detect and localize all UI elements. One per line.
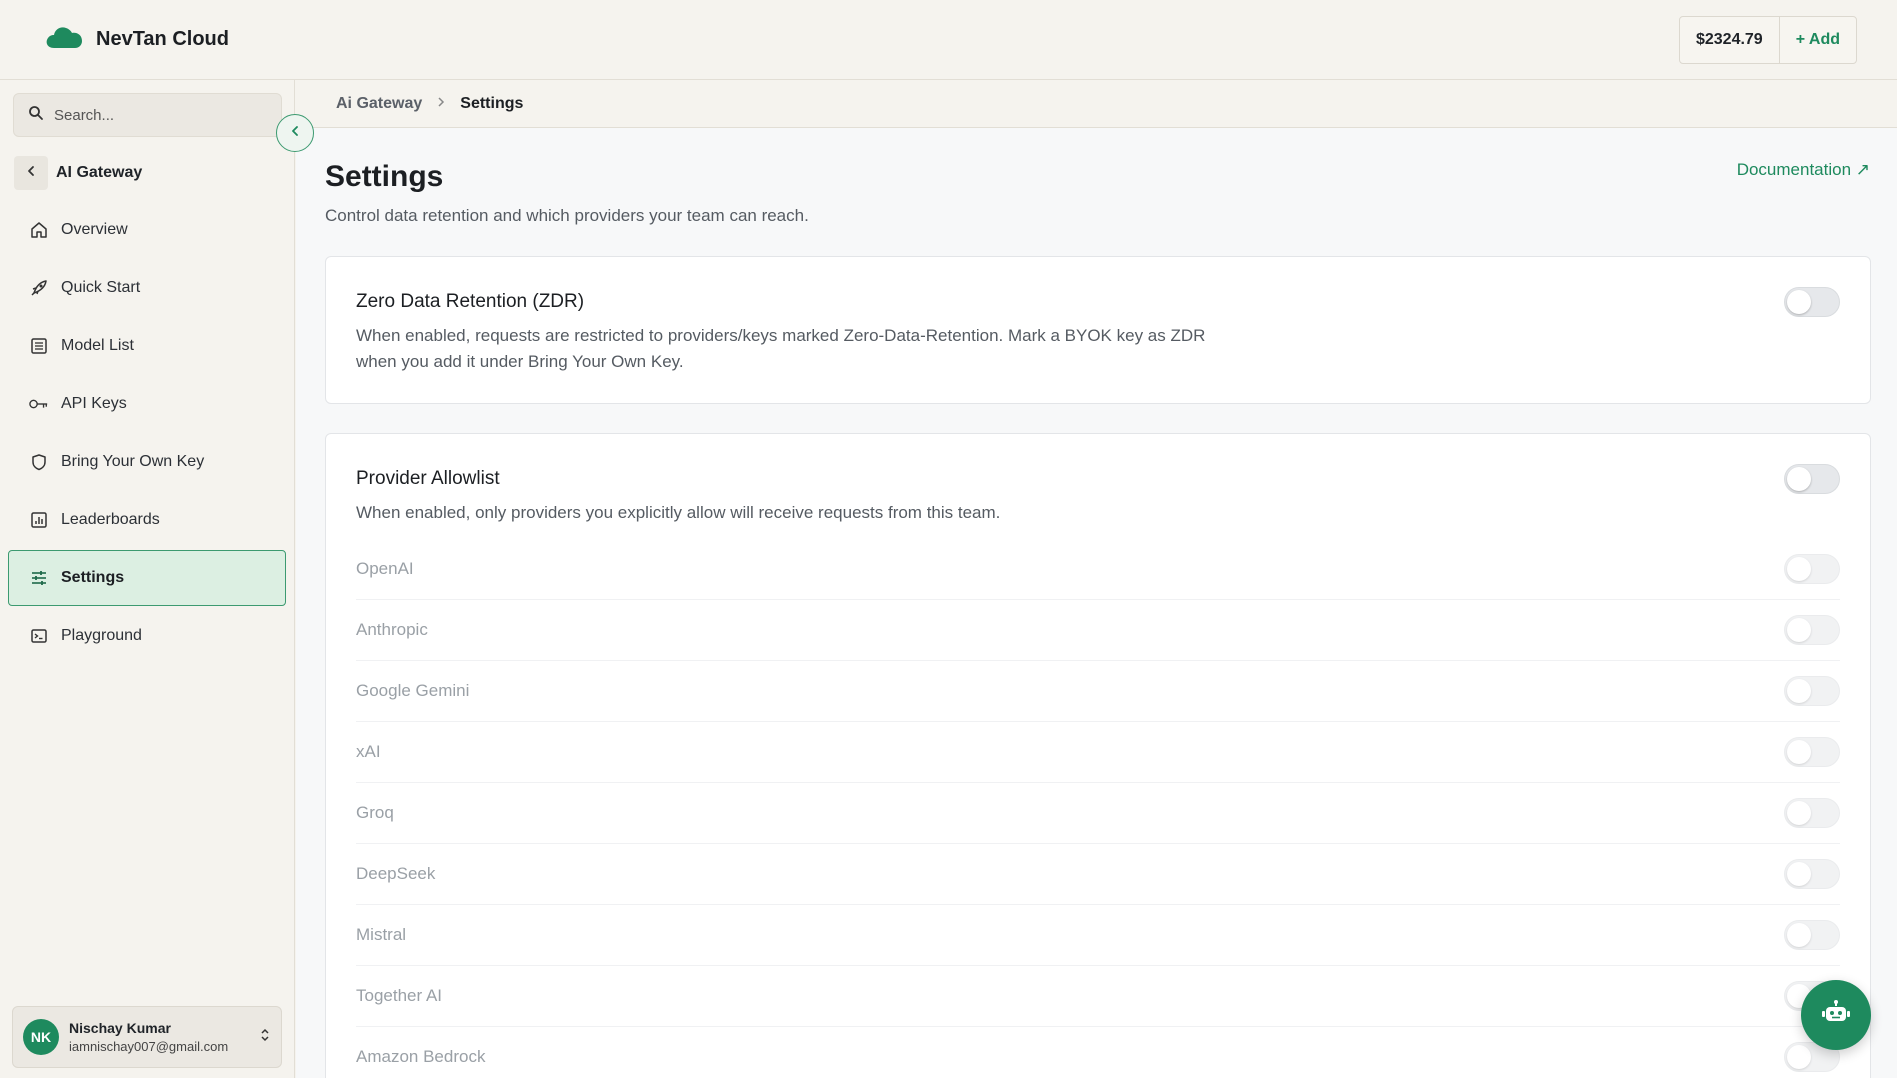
brand[interactable]: NevTan Cloud — [44, 24, 229, 55]
provider-toggle-anthropic[interactable] — [1784, 615, 1840, 645]
key-icon — [29, 394, 49, 414]
provider-name: Amazon Bedrock — [356, 1047, 486, 1066]
allowlist-description: When enabled, only providers you explici… — [356, 503, 1001, 522]
sidebar-item-label: Model List — [61, 337, 134, 354]
balance-value: $2324.79 — [1680, 16, 1780, 63]
collapse-sidebar-button[interactable] — [276, 114, 314, 152]
sidebar-nav: Overview Quick Start Model List API Keys… — [8, 202, 286, 666]
cloud-icon — [44, 24, 84, 55]
sidebar-item-leaderboards[interactable]: Leaderboards — [8, 492, 286, 548]
breadcrumb-current: Settings — [460, 94, 524, 112]
zdr-title: Zero Data Retention (ZDR) — [356, 291, 585, 312]
provider-toggle-mistral[interactable] — [1784, 920, 1840, 950]
user-email: iamnischay007@gmail.com — [69, 1039, 229, 1054]
provider-toggle-groq[interactable] — [1784, 798, 1840, 828]
rocket-icon — [29, 278, 49, 298]
avatar: NK — [23, 1019, 59, 1055]
search-icon — [28, 105, 44, 126]
user-info: Nischay Kumar iamnischay007@gmail.com — [69, 1020, 228, 1054]
sidebar-item-label: Quick Start — [61, 279, 141, 296]
shield-icon — [29, 452, 49, 472]
back-button[interactable] — [14, 156, 48, 190]
provider-row: Groq — [356, 783, 1840, 844]
provider-row: xAI — [356, 722, 1840, 783]
provider-row: Together AI — [356, 966, 1840, 1027]
sidebar-item-label: Playground — [61, 627, 142, 644]
chevron-left-icon — [289, 124, 301, 142]
user-menu[interactable]: NK Nischay Kumar iamnischay007@gmail.com — [12, 1006, 282, 1068]
zdr-card: Zero Data Retention (ZDR) When enabled, … — [325, 256, 1871, 404]
search-box[interactable] — [13, 93, 282, 137]
chevron-right-icon — [436, 95, 446, 113]
sidebar-item-label: Overview — [61, 221, 128, 238]
chart-icon — [29, 510, 49, 530]
provider-name: Together AI — [356, 986, 443, 1005]
add-funds-button[interactable]: + Add — [1780, 17, 1856, 63]
allowlist-title: Provider Allowlist — [356, 468, 500, 489]
provider-name: Mistral — [356, 925, 407, 944]
list-icon — [29, 336, 49, 356]
provider-row: Amazon Bedrock — [356, 1027, 1840, 1078]
provider-allowlist-card: Provider Allowlist When enabled, only pr… — [325, 433, 1871, 1078]
provider-row: Anthropic — [356, 600, 1840, 661]
provider-row: Mistral — [356, 905, 1840, 966]
breadcrumb-parent[interactable]: Ai Gateway — [336, 95, 422, 113]
zdr-toggle[interactable] — [1784, 287, 1840, 317]
top-bar: NevTan Cloud $2324.79 + Add — [0, 0, 1897, 80]
main-content: Settings Control data retention and whic… — [296, 128, 1897, 1078]
sidebar-item-label: API Keys — [61, 395, 127, 412]
provider-toggle-xai[interactable] — [1784, 737, 1840, 767]
provider-name: DeepSeek — [356, 864, 436, 883]
sliders-icon — [29, 568, 49, 588]
user-name: Nischay Kumar — [69, 1020, 171, 1036]
sidebar-item-api-keys[interactable]: API Keys — [8, 376, 286, 432]
sidebar-item-quick-start[interactable]: Quick Start — [8, 260, 286, 316]
page-title: Settings — [325, 160, 444, 193]
breadcrumb: Ai Gateway Settings — [296, 80, 1897, 128]
provider-toggle-google-gemini[interactable] — [1784, 676, 1840, 706]
documentation-link[interactable]: Documentation ↗ — [1737, 160, 1870, 180]
provider-name: Anthropic — [356, 620, 428, 639]
sidebar: AI Gateway Overview Quick Start Model Li… — [0, 80, 295, 1078]
provider-toggle-openai[interactable] — [1784, 554, 1840, 584]
sidebar-item-byok[interactable]: Bring Your Own Key — [8, 434, 286, 490]
provider-name: Groq — [356, 803, 394, 822]
provider-name: xAI — [356, 742, 381, 761]
page-subtitle: Control data retention and which provide… — [325, 206, 809, 225]
home-icon — [29, 220, 49, 240]
provider-name: OpenAI — [356, 559, 414, 578]
provider-row: OpenAI — [356, 539, 1840, 600]
provider-row: Google Gemini — [356, 661, 1840, 722]
sidebar-item-label: Leaderboards — [61, 511, 160, 528]
assistant-bot-button[interactable] — [1801, 980, 1871, 1050]
sidebar-item-settings[interactable]: Settings — [8, 550, 286, 606]
chevron-updown-icon — [259, 1026, 271, 1049]
zdr-description: When enabled, requests are restricted to… — [356, 326, 1206, 371]
sidebar-item-playground[interactable]: Playground — [8, 608, 286, 664]
sidebar-item-overview[interactable]: Overview — [8, 202, 286, 258]
balance-box: $2324.79 + Add — [1678, 15, 1857, 64]
section-title: AI Gateway — [56, 164, 143, 181]
section-header: AI Gateway — [14, 156, 142, 190]
sidebar-item-label: Bring Your Own Key — [61, 453, 205, 470]
sidebar-item-model-list[interactable]: Model List — [8, 318, 286, 374]
provider-toggle-deepseek[interactable] — [1784, 859, 1840, 889]
sidebar-item-label: Settings — [61, 569, 125, 586]
allowlist-toggle[interactable] — [1784, 464, 1840, 494]
terminal-icon — [29, 626, 49, 646]
robot-icon — [1821, 999, 1851, 1032]
chevron-left-icon — [25, 164, 37, 182]
search-input[interactable] — [54, 106, 254, 124]
provider-name: Google Gemini — [356, 681, 470, 700]
brand-name: NevTan Cloud — [96, 28, 229, 50]
provider-row: DeepSeek — [356, 844, 1840, 905]
